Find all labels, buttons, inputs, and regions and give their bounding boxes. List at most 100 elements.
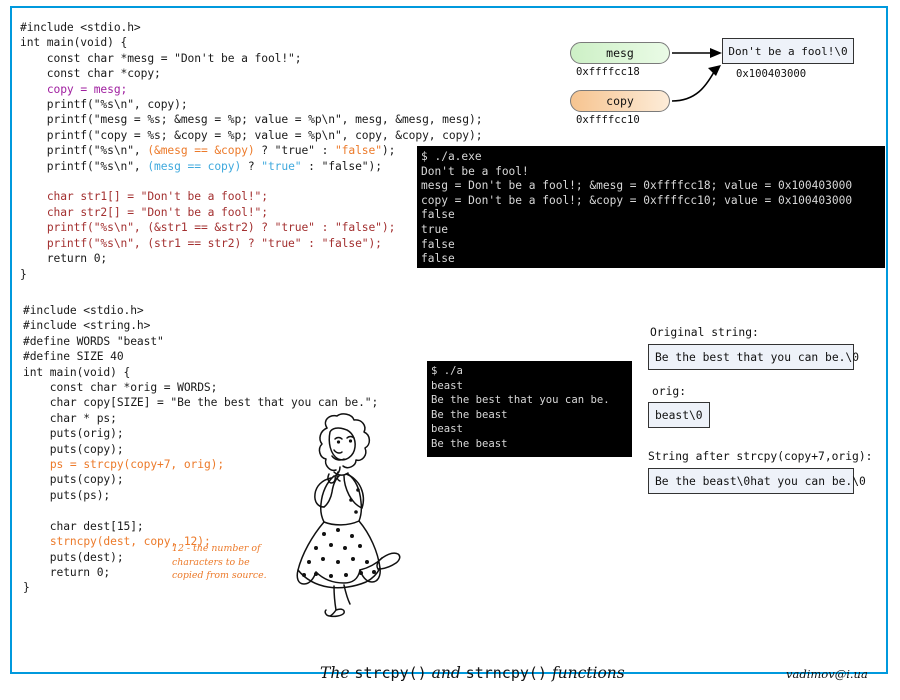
code-token: puts(orig); [23, 427, 124, 441]
memory-cell-box: Don't be a fool!\0 [722, 38, 854, 64]
code-token: copy = mesg; [46, 82, 128, 96]
footer-title-suffix: functions [546, 664, 625, 682]
dancing-woman-drawing [296, 413, 401, 618]
pointer-pill-mesg-label: mesg [606, 46, 634, 60]
footer-title-prefix: The [320, 664, 355, 682]
code-token: const char *copy; [20, 67, 161, 81]
code-token: printf("%s\n", (str1 == str2) ? "true" :… [46, 236, 382, 250]
code-token: int main(void) { [20, 36, 128, 50]
code-line: #include <stdio.h> [23, 303, 378, 318]
code-token: printf("%s\n", [20, 144, 148, 158]
pointer-pill-mesg: mesg [570, 42, 670, 64]
code-token: return 0; [20, 252, 108, 266]
terminal-output-top: $ ./a.exe Don't be a fool! mesg = Don't … [417, 146, 885, 268]
code-line: #include <stdio.h> [20, 20, 482, 35]
code-token: : "false"); [301, 159, 382, 173]
code-token: printf("%s\n", (&str1 == &str2) ? "true"… [46, 221, 396, 235]
code-token: #include <string.h> [23, 319, 151, 333]
code-token: "true" [261, 159, 302, 173]
code-line: return 0; [20, 251, 482, 266]
code-line: printf("%s\n", copy); [20, 97, 482, 112]
code-token: return 0; [23, 565, 111, 579]
code-line: printf("%s\n", (str1 == str2) ? "true" :… [20, 236, 482, 251]
pointer-address-mesg: 0xffffcc18 [576, 66, 640, 78]
code-line: char copy[SIZE] = "Be the best that you … [23, 395, 378, 410]
box-string-after-strcpy: Be the beast\0hat you can be.\0 [648, 468, 866, 494]
code-token: char * ps; [23, 411, 117, 425]
code-token: char str2[] = "Don't be a fool!"; [46, 205, 268, 219]
code-line: } [20, 267, 482, 282]
code-token: } [23, 581, 30, 595]
code-token: printf("mesg = %s; &mesg = %p; value = %… [20, 113, 483, 127]
code-token: const char *mesg = "Don't be a fool!"; [20, 51, 302, 65]
code-line: int main(void) { [20, 35, 482, 50]
code-line: copy = mesg; [20, 82, 482, 97]
code-line: printf("%s\n", (&mesg == &copy) ? "true"… [20, 143, 482, 158]
code-token: } [20, 267, 27, 281]
code-line: printf("copy = %s; &copy = %p; value = %… [20, 128, 483, 143]
footer-title-fn1: strcpy() [354, 664, 427, 682]
terminal-output-bottom: $ ./a beast Be the best that you can be.… [427, 361, 632, 457]
code-line: char str2[] = "Don't be a fool!"; [20, 205, 482, 220]
footer-email: vadimov@i.ua [786, 667, 868, 681]
code-token: #include <stdio.h> [23, 304, 144, 317]
code-token: "false" [334, 144, 382, 158]
code-token: ps = strcpy(copy+7, orig); [49, 458, 225, 472]
code-token: #define WORDS "beast" [23, 334, 164, 348]
code-token: #define SIZE 40 [23, 350, 124, 364]
box-orig: beast\0 [648, 402, 710, 428]
code-line: char str1[] = "Don't be a fool!"; [20, 189, 482, 204]
label-original-string: Original string: [650, 326, 759, 339]
pointer-pill-copy: copy [570, 90, 670, 112]
code-token: puts(ps); [23, 488, 111, 502]
label-orig: orig: [652, 385, 687, 398]
code-line: #include <string.h> [23, 318, 378, 333]
code-token: char dest[15]; [23, 519, 144, 533]
code-block-strcpy-pointers: #include <stdio.h> int main(void) { const… [20, 20, 482, 282]
code-line: #define SIZE 40 [23, 349, 378, 364]
code-token: #include <stdio.h> [20, 21, 141, 34]
code-line: int main(void) { [23, 365, 378, 380]
label-string-after-strcpy: String after strcpy(copy+7,orig): [648, 450, 873, 463]
code-token: ); [381, 144, 396, 158]
annotation-note-strncpy-count: 12 - the number of characters to be copi… [172, 543, 267, 581]
code-line: const char *orig = WORDS; [23, 380, 378, 395]
code-token: printf("%s\n", [20, 159, 148, 173]
slide-canvas: #include <stdio.h> int main(void) { const… [0, 0, 900, 700]
code-token: char copy[SIZE] = "Be the best that you … [23, 396, 379, 410]
code-token: puts(copy); [23, 473, 124, 487]
box-original-string: Be the best that you can be.\0 [648, 344, 859, 370]
code-line: const char *copy; [20, 66, 482, 81]
footer-title-middle: and [426, 664, 466, 682]
code-line: printf("mesg = %s; &mesg = %p; value = %… [20, 112, 483, 127]
code-line: const char *mesg = "Don't be a fool!"; [20, 51, 482, 66]
code-token: puts(copy); [23, 442, 124, 456]
code-token: (&mesg == &copy) [147, 144, 255, 158]
code-token: ? "true" : [254, 144, 335, 158]
dancing-woman-illustration [272, 412, 404, 618]
memory-cell-address: 0x100403000 [736, 68, 807, 80]
code-line: printf("%s\n", (&str1 == &str2) ? "true"… [20, 220, 482, 235]
code-token: puts(dest); [23, 550, 124, 564]
code-token: printf("%s\n", copy); [20, 98, 188, 112]
code-line: printf("%s\n", (mesg == copy) ? "true" :… [20, 159, 482, 174]
code-token: char str1[] = "Don't be a fool!"; [46, 190, 268, 204]
code-token: int main(void) { [23, 365, 131, 379]
code-token: ? [241, 159, 262, 173]
code-line: #define WORDS "beast" [23, 334, 378, 349]
pointer-pill-copy-label: copy [606, 94, 634, 108]
code-token: printf("copy = %s; &copy = %p; value = %… [20, 128, 483, 142]
pointer-address-copy: 0xffffcc10 [576, 114, 640, 126]
code-token: const char *orig = WORDS; [23, 381, 218, 395]
footer-title-fn2: strncpy() [465, 664, 547, 682]
pointer-diagram: mesg 0xffffcc18 copy 0xffffcc10 Don't be… [560, 28, 890, 140]
code-token: (mesg == copy) [147, 159, 242, 173]
